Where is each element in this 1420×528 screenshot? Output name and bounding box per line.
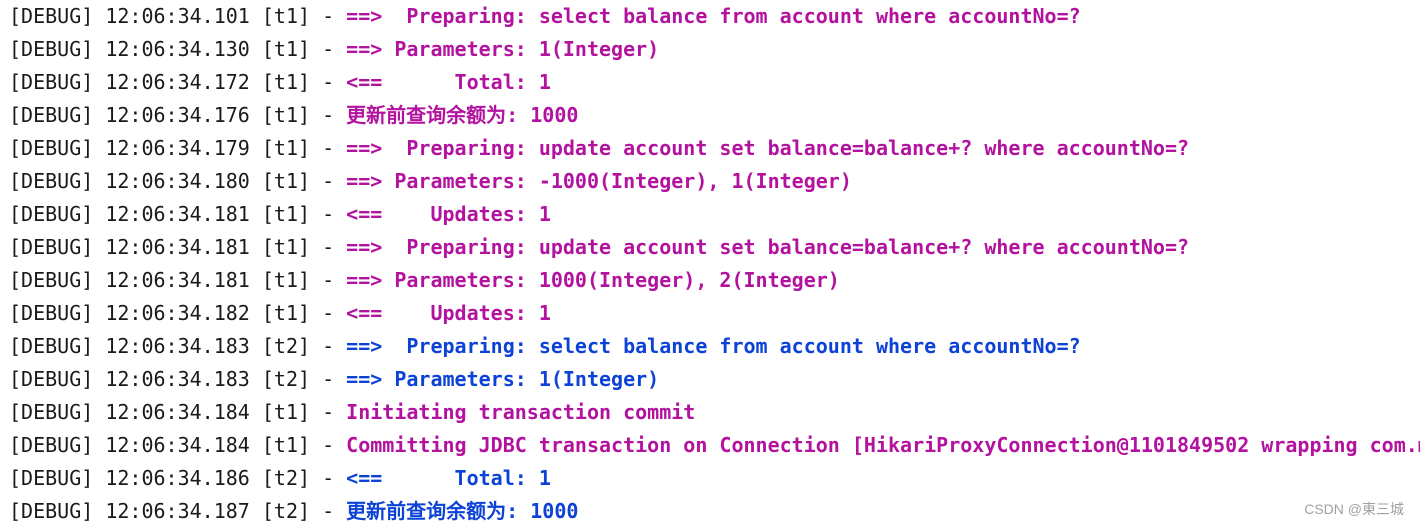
log-message: <== Updates: 1 <box>346 301 551 325</box>
log-message: ==> Parameters: -1000(Integer), 1(Intege… <box>346 169 852 193</box>
log-message: ==> Parameters: 1(Integer) <box>346 367 660 391</box>
log-line: [DEBUG] 12:06:34.186 [t2] - <== Total: 1 <box>9 462 1420 495</box>
log-prefix: [DEBUG] 12:06:34.179 [t1] - <box>9 136 347 160</box>
log-line: [DEBUG] 12:06:34.180 [t1] - ==> Paramete… <box>9 165 1420 198</box>
log-line: [DEBUG] 12:06:34.101 [t1] - ==> Preparin… <box>9 0 1420 33</box>
log-prefix: [DEBUG] 12:06:34.184 [t1] - <box>9 400 347 424</box>
log-line: [DEBUG] 12:06:34.183 [t2] - ==> Preparin… <box>9 330 1420 363</box>
log-message: Committing JDBC transaction on Connectio… <box>346 433 1420 457</box>
log-message: ==> Preparing: update account set balanc… <box>346 136 1190 160</box>
log-message: <== Total: 1 <box>346 70 551 94</box>
log-line: [DEBUG] 12:06:34.184 [t1] - Committing J… <box>9 429 1420 462</box>
log-prefix: [DEBUG] 12:06:34.101 [t1] - <box>9 4 347 28</box>
log-message: ==> Parameters: 1000(Integer), 2(Integer… <box>346 268 840 292</box>
log-prefix: [DEBUG] 12:06:34.176 [t1] - <box>9 103 347 127</box>
log-prefix: [DEBUG] 12:06:34.182 [t1] - <box>9 301 347 325</box>
log-message: ==> Preparing: select balance from accou… <box>346 4 1081 28</box>
log-prefix: [DEBUG] 12:06:34.181 [t1] - <box>9 268 347 292</box>
log-line: [DEBUG] 12:06:34.181 [t1] - ==> Preparin… <box>9 231 1420 264</box>
log-line: [DEBUG] 12:06:34.181 [t1] - ==> Paramete… <box>9 264 1420 297</box>
log-prefix: [DEBUG] 12:06:34.180 [t1] - <box>9 169 347 193</box>
log-prefix: [DEBUG] 12:06:34.172 [t1] - <box>9 70 347 94</box>
log-line: [DEBUG] 12:06:34.172 [t1] - <== Total: 1 <box>9 66 1420 99</box>
log-message: ==> Preparing: update account set balanc… <box>346 235 1190 259</box>
log-message: <== Total: 1 <box>346 466 551 490</box>
console-log: [DEBUG] 12:06:34.101 [t1] - ==> Preparin… <box>9 0 1420 528</box>
log-line: [DEBUG] 12:06:34.176 [t1] - 更新前查询余额为: 10… <box>9 99 1420 132</box>
log-prefix: [DEBUG] 12:06:34.181 [t1] - <box>9 202 347 226</box>
log-message: Initiating transaction commit <box>346 400 696 424</box>
log-message: ==> Parameters: 1(Integer) <box>346 37 660 61</box>
log-line: [DEBUG] 12:06:34.179 [t1] - ==> Preparin… <box>9 132 1420 165</box>
log-line: [DEBUG] 12:06:34.182 [t1] - <== Updates:… <box>9 297 1420 330</box>
log-message: 更新前查询余额为: 1000 <box>346 103 579 127</box>
log-line: [DEBUG] 12:06:34.187 [t2] - 更新前查询余额为: 10… <box>9 495 1420 528</box>
log-line: [DEBUG] 12:06:34.181 [t1] - <== Updates:… <box>9 198 1420 231</box>
log-message: 更新前查询余额为: 1000 <box>346 499 579 523</box>
log-prefix: [DEBUG] 12:06:34.184 [t1] - <box>9 433 347 457</box>
log-prefix: [DEBUG] 12:06:34.183 [t2] - <box>9 367 347 391</box>
log-line: [DEBUG] 12:06:34.184 [t1] - Initiating t… <box>9 396 1420 429</box>
log-prefix: [DEBUG] 12:06:34.186 [t2] - <box>9 466 347 490</box>
log-line: [DEBUG] 12:06:34.130 [t1] - ==> Paramete… <box>9 33 1420 66</box>
log-line: [DEBUG] 12:06:34.183 [t2] - ==> Paramete… <box>9 363 1420 396</box>
log-prefix: [DEBUG] 12:06:34.183 [t2] - <box>9 334 347 358</box>
log-message: <== Updates: 1 <box>346 202 551 226</box>
log-message: ==> Preparing: select balance from accou… <box>346 334 1081 358</box>
log-prefix: [DEBUG] 12:06:34.130 [t1] - <box>9 37 347 61</box>
log-prefix: [DEBUG] 12:06:34.181 [t1] - <box>9 235 347 259</box>
watermark: CSDN @東三城 <box>1304 501 1404 517</box>
log-prefix: [DEBUG] 12:06:34.187 [t2] - <box>9 499 347 523</box>
